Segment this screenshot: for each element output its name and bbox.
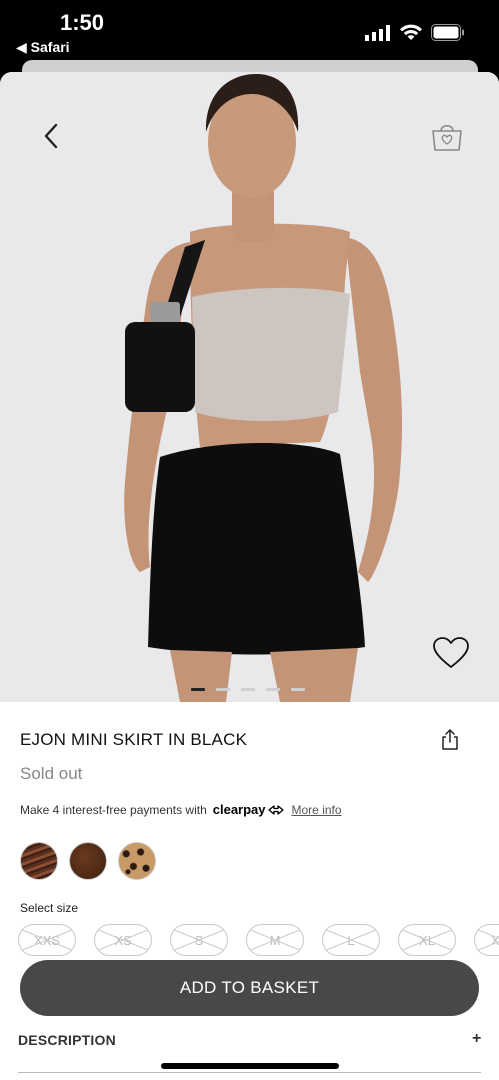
add-to-basket-button[interactable]: ADD TO BASKET (20, 960, 479, 1016)
battery-icon (431, 24, 464, 41)
size-option-xxl[interactable]: XXL (474, 924, 499, 956)
product-sheet: EJON MINI SKIRT IN BLACK Sold out Make 4… (0, 72, 499, 1080)
clearpay-arrows-icon (267, 804, 284, 815)
size-option-l[interactable]: L (322, 924, 380, 956)
clearpay-logo: clearpay (212, 802, 266, 817)
product-image-carousel[interactable] (0, 72, 499, 702)
carousel-dot[interactable] (241, 688, 255, 691)
size-option-xs[interactable]: XS (94, 924, 152, 956)
select-size-label: Select size (20, 901, 79, 915)
product-title: EJON MINI SKIRT IN BLACK (20, 730, 248, 749)
color-swatch-brown-zebra[interactable] (20, 842, 58, 880)
payment-text: Make 4 interest-free payments with (20, 802, 207, 817)
chevron-left-icon[interactable] (40, 122, 64, 150)
carousel-dot[interactable] (191, 688, 205, 691)
stock-status: Sold out (20, 764, 83, 783)
more-info-link[interactable]: More info (292, 803, 342, 817)
size-option-s[interactable]: S (170, 924, 228, 956)
product-photo (124, 74, 403, 702)
back-to-safari[interactable]: ◀ Safari (16, 39, 70, 56)
carousel-dot[interactable] (216, 688, 230, 691)
color-swatches (20, 842, 156, 880)
carousel-indicator (191, 688, 305, 691)
size-option-m[interactable]: M (246, 924, 304, 956)
wifi-icon (400, 24, 422, 40)
color-swatch-chocolate[interactable] (69, 842, 107, 880)
expand-icon[interactable]: + (472, 1030, 481, 1048)
divider (18, 1072, 481, 1073)
clock: 1:50 (60, 10, 105, 35)
size-option-xxs[interactable]: XXS (18, 924, 76, 956)
description-accordion-title[interactable]: DESCRIPTION (18, 1032, 116, 1048)
signal-icon (365, 24, 390, 41)
payment-info: Make 4 interest-free payments with clear… (20, 802, 342, 817)
shopping-bag-icon[interactable] (430, 120, 464, 152)
color-swatch-leopard[interactable] (118, 842, 156, 880)
carousel-dot[interactable] (266, 688, 280, 691)
size-options: XXS XS S M L XL XXL (18, 924, 499, 956)
carousel-dot[interactable] (291, 688, 305, 691)
home-indicator[interactable] (161, 1063, 339, 1069)
size-option-xl[interactable]: XL (398, 924, 456, 956)
heart-icon[interactable] (432, 636, 470, 670)
status-bar: 1:50 ◀ Safari (0, 0, 499, 60)
status-icons (365, 24, 465, 41)
share-icon[interactable] (440, 729, 460, 751)
